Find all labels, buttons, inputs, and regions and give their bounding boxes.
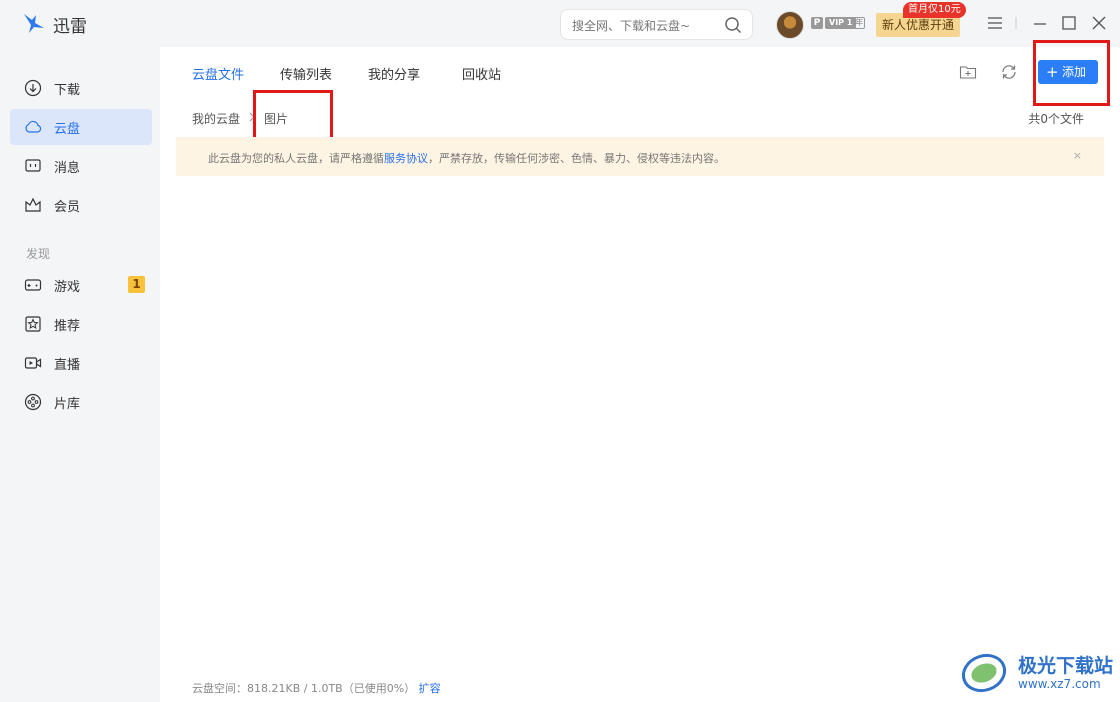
- sidebar-item-label: 直播: [54, 358, 81, 373]
- service-agreement-link[interactable]: 服务协议: [384, 152, 428, 165]
- breadcrumb-root[interactable]: 我的云盘: [192, 110, 240, 127]
- sidebar-item-label: 消息: [54, 161, 81, 176]
- film-reel-icon: [24, 393, 42, 411]
- watermark-url: www.xz7.com: [1018, 677, 1101, 691]
- sidebar-item-cloud[interactable]: 云盘: [10, 109, 152, 145]
- vip-badge: VIP 1: [825, 17, 857, 29]
- gamepad-icon: [24, 279, 42, 291]
- app-window: 迅雷 搜全网、下载和云盘~ P VIP 1 年 新人优惠开通 首月仅10元 下载…: [0, 0, 1120, 702]
- download-icon: [24, 79, 42, 97]
- refresh-icon[interactable]: [1000, 63, 1018, 81]
- new-folder-icon[interactable]: [959, 63, 977, 81]
- sidebar-item-label: 会员: [54, 200, 81, 215]
- notice-banner: 此云盘为您的私人云盘，请严格遵循服务协议，严禁存放，传输任何涉密、色情、暴力、侵…: [176, 137, 1104, 176]
- tab-recycle-bin[interactable]: 回收站: [462, 64, 501, 83]
- live-video-icon: [24, 357, 42, 369]
- search-icon[interactable]: [724, 16, 742, 34]
- watermark-name: 极光下载站: [1018, 655, 1114, 677]
- avatar[interactable]: [776, 11, 804, 39]
- notice-text-after: ，严禁存放，传输任何涉密、色情、暴力、侵权等违法内容。: [428, 152, 725, 165]
- storage-footer: 云盘空间：818.21KB / 1.0TB（已使用0%） 扩容: [192, 680, 441, 696]
- app-name: 迅雷: [53, 17, 87, 37]
- sidebar-item-recommend[interactable]: 推荐: [10, 306, 152, 342]
- year-badge: 年: [853, 17, 865, 29]
- close-icon[interactable]: [1090, 14, 1108, 32]
- tab-transfer-list[interactable]: 传输列表: [280, 64, 332, 83]
- maximize-icon[interactable]: [1060, 14, 1078, 32]
- sidebar-item-download[interactable]: 下载: [10, 70, 152, 106]
- sidebar-item-member[interactable]: 会员: [10, 187, 152, 223]
- sidebar-item-label: 云盘: [54, 122, 81, 137]
- xunlei-logo-icon: [24, 14, 44, 33]
- sidebar-item-label: 下载: [54, 83, 81, 98]
- section-label-discover: 发现: [26, 247, 51, 261]
- tab-cloud-files[interactable]: 云盘文件: [192, 64, 244, 83]
- file-count: 共0个文件: [1028, 112, 1084, 126]
- expand-storage-link[interactable]: 扩容: [419, 682, 441, 695]
- promo-tag: 首月仅10元: [903, 2, 966, 18]
- games-badge: 1: [128, 276, 145, 293]
- search-input[interactable]: 搜全网、下载和云盘~: [560, 9, 753, 40]
- sidebar: 下载 云盘 消息 会员 发现 游戏 1 推荐 直播 片库: [0, 47, 160, 702]
- notice-text-before: 此云盘为您的私人云盘，请严格遵循: [208, 152, 384, 165]
- sidebar-item-message[interactable]: 消息: [10, 148, 152, 184]
- notice-text: 此云盘为您的私人云盘，请严格遵循服务协议，严禁存放，传输任何涉密、色情、暴力、侵…: [208, 150, 725, 166]
- divider: [1015, 17, 1017, 29]
- highlight-box-breadcrumb: [253, 90, 333, 140]
- main-panel: 云盘文件 传输列表 我的分享 回收站 + 添加 我的云盘 图片 共0个文件 此云…: [160, 40, 1120, 702]
- tab-my-shares[interactable]: 我的分享: [368, 64, 420, 83]
- title-bar: 迅雷 搜全网、下载和云盘~ P VIP 1 年 新人优惠开通 首月仅10元: [0, 0, 1120, 47]
- notice-close-button[interactable]: ×: [1073, 149, 1082, 162]
- sidebar-item-library[interactable]: 片库: [10, 384, 152, 420]
- menu-icon[interactable]: [986, 14, 1004, 32]
- minimize-icon[interactable]: [1031, 14, 1049, 32]
- cloud-icon: [25, 120, 42, 133]
- sidebar-item-label: 游戏: [54, 280, 81, 295]
- crown-icon: [25, 197, 41, 212]
- storage-usage: 云盘空间：818.21KB / 1.0TB（已使用0%）: [192, 682, 416, 695]
- p-badge: P: [811, 17, 823, 29]
- message-icon: [25, 159, 41, 172]
- highlight-box-add: [1033, 40, 1110, 106]
- search-placeholder: 搜全网、下载和云盘~: [572, 19, 691, 33]
- star-icon: [25, 316, 41, 332]
- sidebar-item-label: 片库: [54, 397, 81, 412]
- sidebar-item-live[interactable]: 直播: [10, 345, 152, 381]
- sidebar-item-label: 推荐: [54, 319, 81, 334]
